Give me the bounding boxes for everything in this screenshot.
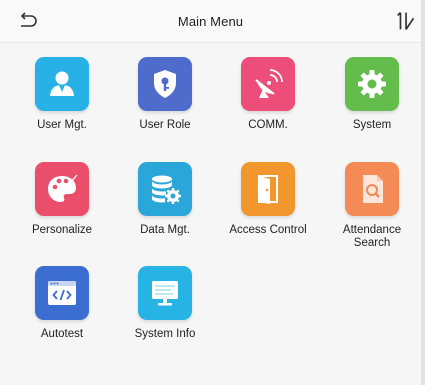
- menu-item-user-role[interactable]: User Role: [121, 57, 209, 157]
- sort-button[interactable]: [393, 6, 421, 36]
- palette-icon: [35, 162, 89, 216]
- main-menu-screen: Main Menu User Mgt. User Role COMM. Syst…: [0, 0, 425, 385]
- menu-item-personalize[interactable]: Personalize: [18, 162, 106, 262]
- menu-item-autotest[interactable]: Autotest: [18, 266, 106, 366]
- menu-item-label: User Role: [139, 119, 191, 131]
- menu-item-label: User Mgt.: [37, 119, 87, 131]
- user-icon: [35, 57, 89, 111]
- menu-item-label: COMM.: [248, 119, 288, 131]
- header-bar: Main Menu: [0, 0, 421, 43]
- shield-key-icon: [138, 57, 192, 111]
- satellite-dish-icon: [241, 57, 295, 111]
- menu-item-system[interactable]: System: [328, 57, 416, 157]
- menu-item-label: System Info: [134, 328, 196, 340]
- menu-item-data-mgt[interactable]: Data Mgt.: [121, 162, 209, 262]
- menu-item-label: Personalize: [31, 224, 93, 236]
- document-search-icon: [345, 162, 399, 216]
- gear-icon: [345, 57, 399, 111]
- door-icon: [241, 162, 295, 216]
- menu-item-comm[interactable]: COMM.: [224, 57, 312, 157]
- menu-item-system-info[interactable]: System Info: [121, 266, 209, 366]
- sort-icon: [397, 12, 415, 30]
- menu-item-label: Attendance Search: [342, 224, 402, 249]
- menu-item-label: Data Mgt.: [140, 224, 190, 236]
- menu-item-user-mgt[interactable]: User Mgt.: [18, 57, 106, 157]
- code-window-icon: [35, 266, 89, 320]
- menu-item-label: System: [352, 119, 392, 131]
- page-title: Main Menu: [177, 13, 244, 29]
- monitor-icon: [138, 266, 192, 320]
- database-gear-icon: [138, 162, 192, 216]
- menu-item-attendance-search[interactable]: Attendance Search: [328, 162, 416, 262]
- menu-item-label: Access Control: [229, 224, 307, 236]
- menu-item-label: Autotest: [40, 328, 84, 340]
- menu-item-access-control[interactable]: Access Control: [224, 162, 312, 262]
